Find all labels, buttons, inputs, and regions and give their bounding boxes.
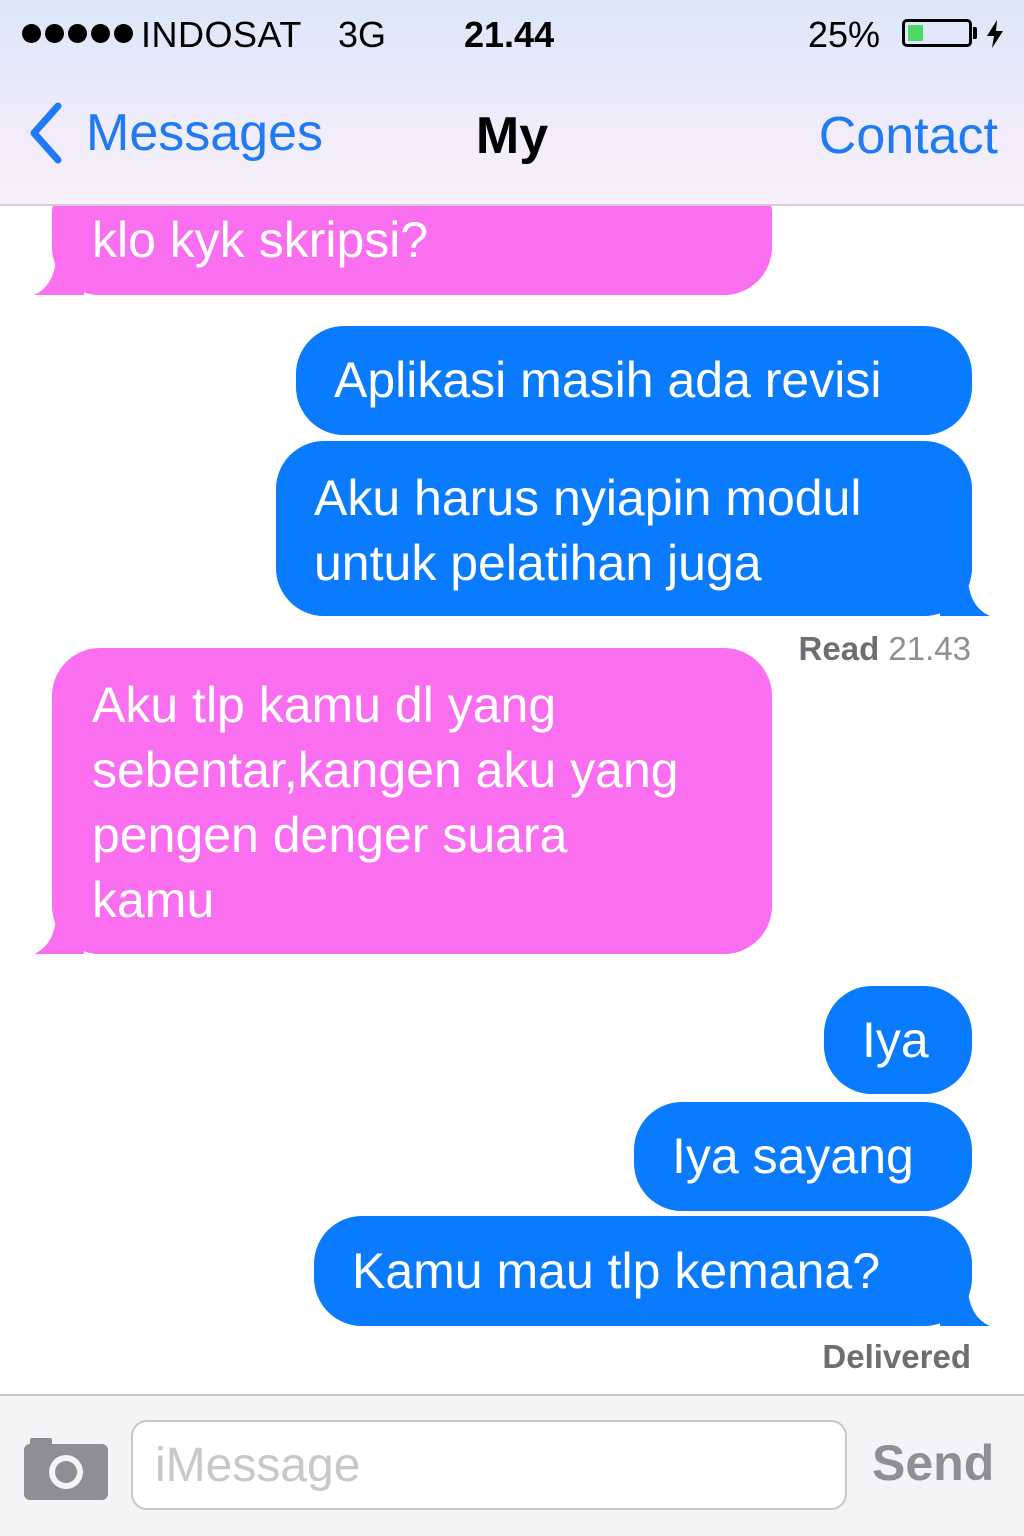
status-bar: INDOSAT 3G 21.44 25% — [0, 0, 1024, 68]
message-input[interactable] — [131, 1420, 847, 1510]
delivered-label: Delivered — [822, 1338, 971, 1375]
bubble-tail — [34, 914, 84, 954]
contact-button[interactable]: Contact — [819, 106, 998, 166]
message-text: Kamu mau tlp kemana? — [352, 1243, 881, 1299]
message-bubble-outgoing[interactable]: Kamu mau tlp kemana? — [314, 1216, 990, 1326]
battery-nub — [973, 27, 977, 39]
message-text: Iya sayang — [672, 1128, 914, 1184]
input-bar: Send — [0, 1394, 1024, 1536]
message-bubble-outgoing[interactable]: Aku harus nyiapin modul untuk pelatihan … — [276, 441, 990, 616]
message-text: Aplikasi masih ada revisi — [334, 352, 882, 408]
message-bubble-outgoing[interactable]: Aplikasi masih ada revisi — [296, 326, 972, 435]
message-bubble-incoming[interactable]: klo kyk skripsi? — [34, 206, 772, 295]
status-time: 21.44 — [464, 14, 555, 55]
nav-bar: Messages My Contact — [0, 68, 1024, 204]
message-bubble-incoming[interactable]: Aku tlp kamu dl yang sebentar,kangen aku… — [34, 648, 772, 954]
signal-dots-icon — [22, 24, 133, 43]
bubble-tail — [34, 255, 84, 295]
read-time: 21.43 — [888, 630, 971, 667]
battery-percent: 25% — [808, 14, 881, 55]
message-text: Aku tlp kamu dl yang sebentar,kangen aku… — [92, 677, 679, 928]
battery-fill — [908, 25, 923, 41]
battery-icon — [902, 19, 972, 47]
charging-bolt-icon — [987, 20, 1003, 48]
header: INDOSAT 3G 21.44 25% Messages My Contact — [0, 0, 1024, 206]
read-receipt: Read 21.43 — [799, 630, 971, 668]
read-label: Read — [798, 630, 880, 667]
carrier-name: INDOSAT — [141, 14, 302, 55]
message-text: Aku harus nyiapin modul untuk pelatihan … — [314, 470, 862, 591]
message-bubble-outgoing[interactable]: Iya sayang — [634, 1102, 972, 1211]
message-text: klo kyk skripsi? — [92, 212, 429, 268]
bubble-tail — [940, 1286, 990, 1326]
bubble-tail — [940, 576, 990, 616]
message-bubble-outgoing[interactable]: Iya — [824, 986, 972, 1094]
message-thread[interactable]: klo kyk skripsi? Aplikasi masih ada revi… — [0, 206, 1024, 1394]
camera-icon[interactable] — [24, 1432, 108, 1500]
send-button[interactable]: Send — [872, 1434, 994, 1492]
message-text: Iya — [862, 1012, 929, 1068]
network-type: 3G — [338, 14, 387, 55]
delivered-receipt: Delivered — [822, 1338, 971, 1376]
